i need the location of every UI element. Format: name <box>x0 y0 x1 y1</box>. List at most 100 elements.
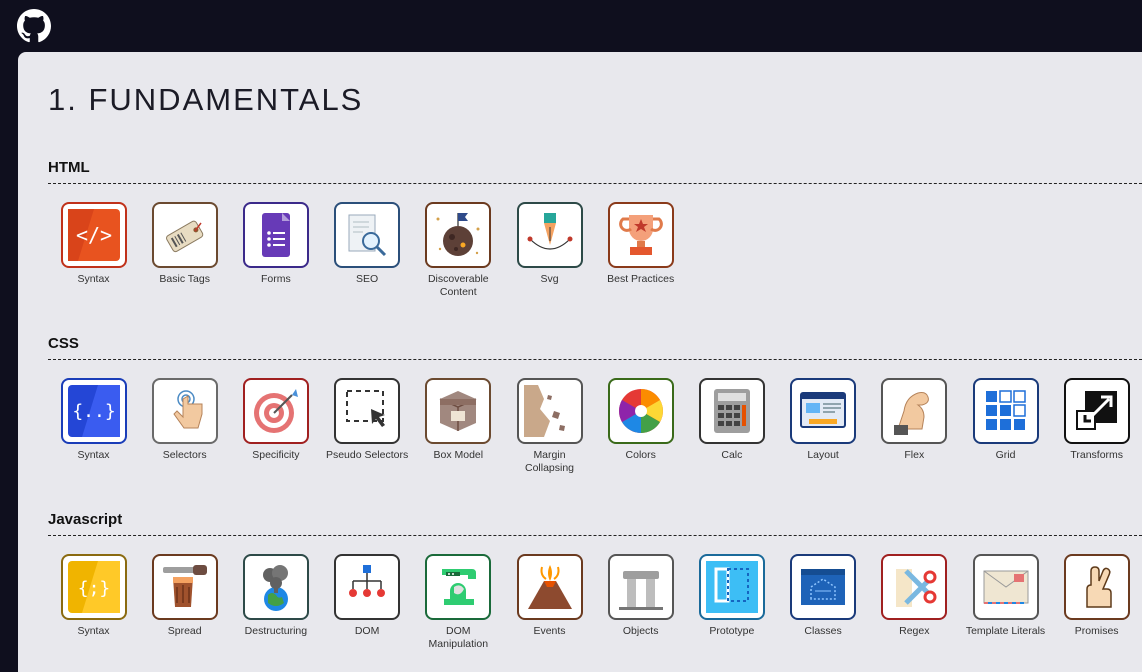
tile-objects[interactable]: Objects <box>595 554 686 638</box>
tile-box-model[interactable]: Box Model <box>413 378 504 462</box>
tile-label: Box Model <box>433 449 484 461</box>
target-icon <box>250 385 302 437</box>
tile-icon-frame[interactable] <box>151 554 218 620</box>
tile-discoverable-content[interactable]: Discoverable Content <box>413 202 504 299</box>
tile-icon-frame[interactable] <box>516 554 583 620</box>
tile-icon-frame[interactable] <box>425 202 492 268</box>
tile-icon-frame[interactable]: </> <box>60 202 127 268</box>
tile-svg[interactable]: Svg <box>504 202 595 286</box>
tile-icon-frame[interactable] <box>151 202 218 268</box>
planet-flag-icon <box>432 209 484 261</box>
tile-seo[interactable]: SEO <box>322 202 413 286</box>
tile-icon-frame[interactable] <box>698 554 765 620</box>
tile-destructuring[interactable]: Destructuring <box>230 554 321 638</box>
section-javascript: Javascript {;} Syntax Spread Destructuring D… <box>48 509 1142 672</box>
section-html: HTML </> Syntax Basic Tags Forms SEO Discover… <box>48 157 1142 322</box>
tile-label: Colors <box>625 449 656 461</box>
tile-label: Selectors <box>162 449 207 461</box>
tile-icon-frame[interactable] <box>698 378 765 444</box>
tile-events[interactable]: Events <box>504 554 595 638</box>
tile-icon-frame[interactable] <box>881 554 948 620</box>
tile-icon-frame[interactable] <box>1063 378 1130 444</box>
tile-flex[interactable]: Flex <box>869 378 960 462</box>
tap-hand-icon <box>159 385 211 437</box>
tile-transforms[interactable]: Transforms <box>1051 378 1142 462</box>
crossed-fingers-icon <box>1071 561 1123 613</box>
tile-icon-frame[interactable] <box>790 554 857 620</box>
tile-icon-frame[interactable] <box>516 202 583 268</box>
tile-icon-frame[interactable] <box>972 378 1039 444</box>
envelope-icon <box>980 561 1032 613</box>
tile-icon-frame[interactable]: {..} <box>60 378 127 444</box>
tile-grid: {;} Syntax Spread Destructuring DOM DOM Manip… <box>48 554 1142 672</box>
tile-label: Events <box>533 625 566 637</box>
tile-label: DOM <box>354 625 380 637</box>
css-braces-icon: {..} <box>67 385 120 437</box>
tile-selectors[interactable]: Selectors <box>139 378 230 462</box>
tile-icon-frame[interactable] <box>425 554 492 620</box>
tile-label: Basic Tags <box>159 273 210 285</box>
stonehenge-icon <box>615 561 667 613</box>
tile-label: Destructuring <box>244 625 308 637</box>
tile-label: Margin Collapsing <box>524 449 575 474</box>
tile-label: Grid <box>995 449 1016 461</box>
tile-dom-manipulation[interactable]: DOM Manipulation <box>413 554 504 651</box>
tile-icon-frame[interactable] <box>790 378 857 444</box>
tile-icon-frame[interactable] <box>972 554 1039 620</box>
tile-basic-tags[interactable]: Basic Tags <box>139 202 230 286</box>
tile-pseudo-selectors[interactable]: Pseudo Selectors <box>322 378 413 462</box>
tile-label: Classes <box>804 625 842 637</box>
section-divider <box>48 359 1142 360</box>
tile-label: Svg <box>540 273 559 285</box>
main-panel: 1. FUNDAMENTALS HTML </> Syntax Basic Tags… <box>18 52 1142 672</box>
tile-prototype[interactable]: Prototype <box>686 554 777 638</box>
tile-promises[interactable]: Promises <box>1051 554 1142 638</box>
tile-colors[interactable]: Colors <box>595 378 686 462</box>
tile-dom[interactable]: DOM <box>322 554 413 638</box>
tile-icon-frame[interactable] <box>242 202 309 268</box>
tile-icon-frame[interactable] <box>334 378 401 444</box>
tile-forms[interactable]: Forms <box>230 202 321 286</box>
tile-margin-collapsing[interactable]: Margin Collapsing <box>504 378 595 475</box>
section-title: CSS <box>48 335 79 352</box>
tile-icon-frame[interactable] <box>607 202 674 268</box>
tile-icon-frame[interactable] <box>881 378 948 444</box>
tile-icon-frame[interactable] <box>151 378 218 444</box>
prototype-icon <box>705 561 758 613</box>
tile-layout[interactable]: Layout <box>778 378 869 462</box>
tile-icon-frame[interactable] <box>242 554 309 620</box>
tile-icon-frame[interactable]: {;} <box>60 554 127 620</box>
page-title: 1. FUNDAMENTALS <box>48 82 364 117</box>
tile-template-literals[interactable]: Template Literals <box>960 554 1051 638</box>
dom-tree-icon <box>341 561 393 613</box>
tile-icon-frame[interactable] <box>334 554 401 620</box>
tile-label: Discoverable Content <box>427 273 489 298</box>
tile-syntax[interactable]: {..} Syntax <box>48 378 139 462</box>
tile-label: DOM Manipulation <box>428 625 489 650</box>
tile-icon-frame[interactable] <box>334 202 401 268</box>
tile-label: Calc <box>721 449 743 461</box>
tile-icon-frame[interactable] <box>1063 554 1130 620</box>
tile-icon-frame[interactable] <box>242 378 309 444</box>
volcano-icon <box>524 561 576 613</box>
tag-icon <box>159 209 211 261</box>
tile-best-practices[interactable]: Best Practices <box>595 202 686 286</box>
tile-calc[interactable]: Calc <box>686 378 777 462</box>
tile-icon-frame[interactable] <box>425 378 492 444</box>
tile-syntax[interactable]: {;} Syntax <box>48 554 139 638</box>
tile-classes[interactable]: Classes <box>778 554 869 638</box>
tile-syntax[interactable]: </> Syntax <box>48 202 139 286</box>
section-divider <box>48 535 1142 536</box>
tile-grid[interactable]: Grid <box>960 378 1051 462</box>
knife-butter-icon <box>159 561 211 613</box>
tile-spread[interactable]: Spread <box>139 554 230 638</box>
tile-icon-frame[interactable] <box>607 554 674 620</box>
github-icon[interactable] <box>17 9 51 43</box>
tile-label: Pseudo Selectors <box>325 449 409 461</box>
tile-icon-frame[interactable] <box>607 378 674 444</box>
tile-grid: {..} Syntax Selectors Specificity Pseudo Sel… <box>48 378 1142 498</box>
tile-specificity[interactable]: Specificity <box>230 378 321 462</box>
tile-icon-frame[interactable] <box>516 378 583 444</box>
tile-regex[interactable]: Regex <box>869 554 960 638</box>
rock-cliff-icon <box>523 385 576 437</box>
